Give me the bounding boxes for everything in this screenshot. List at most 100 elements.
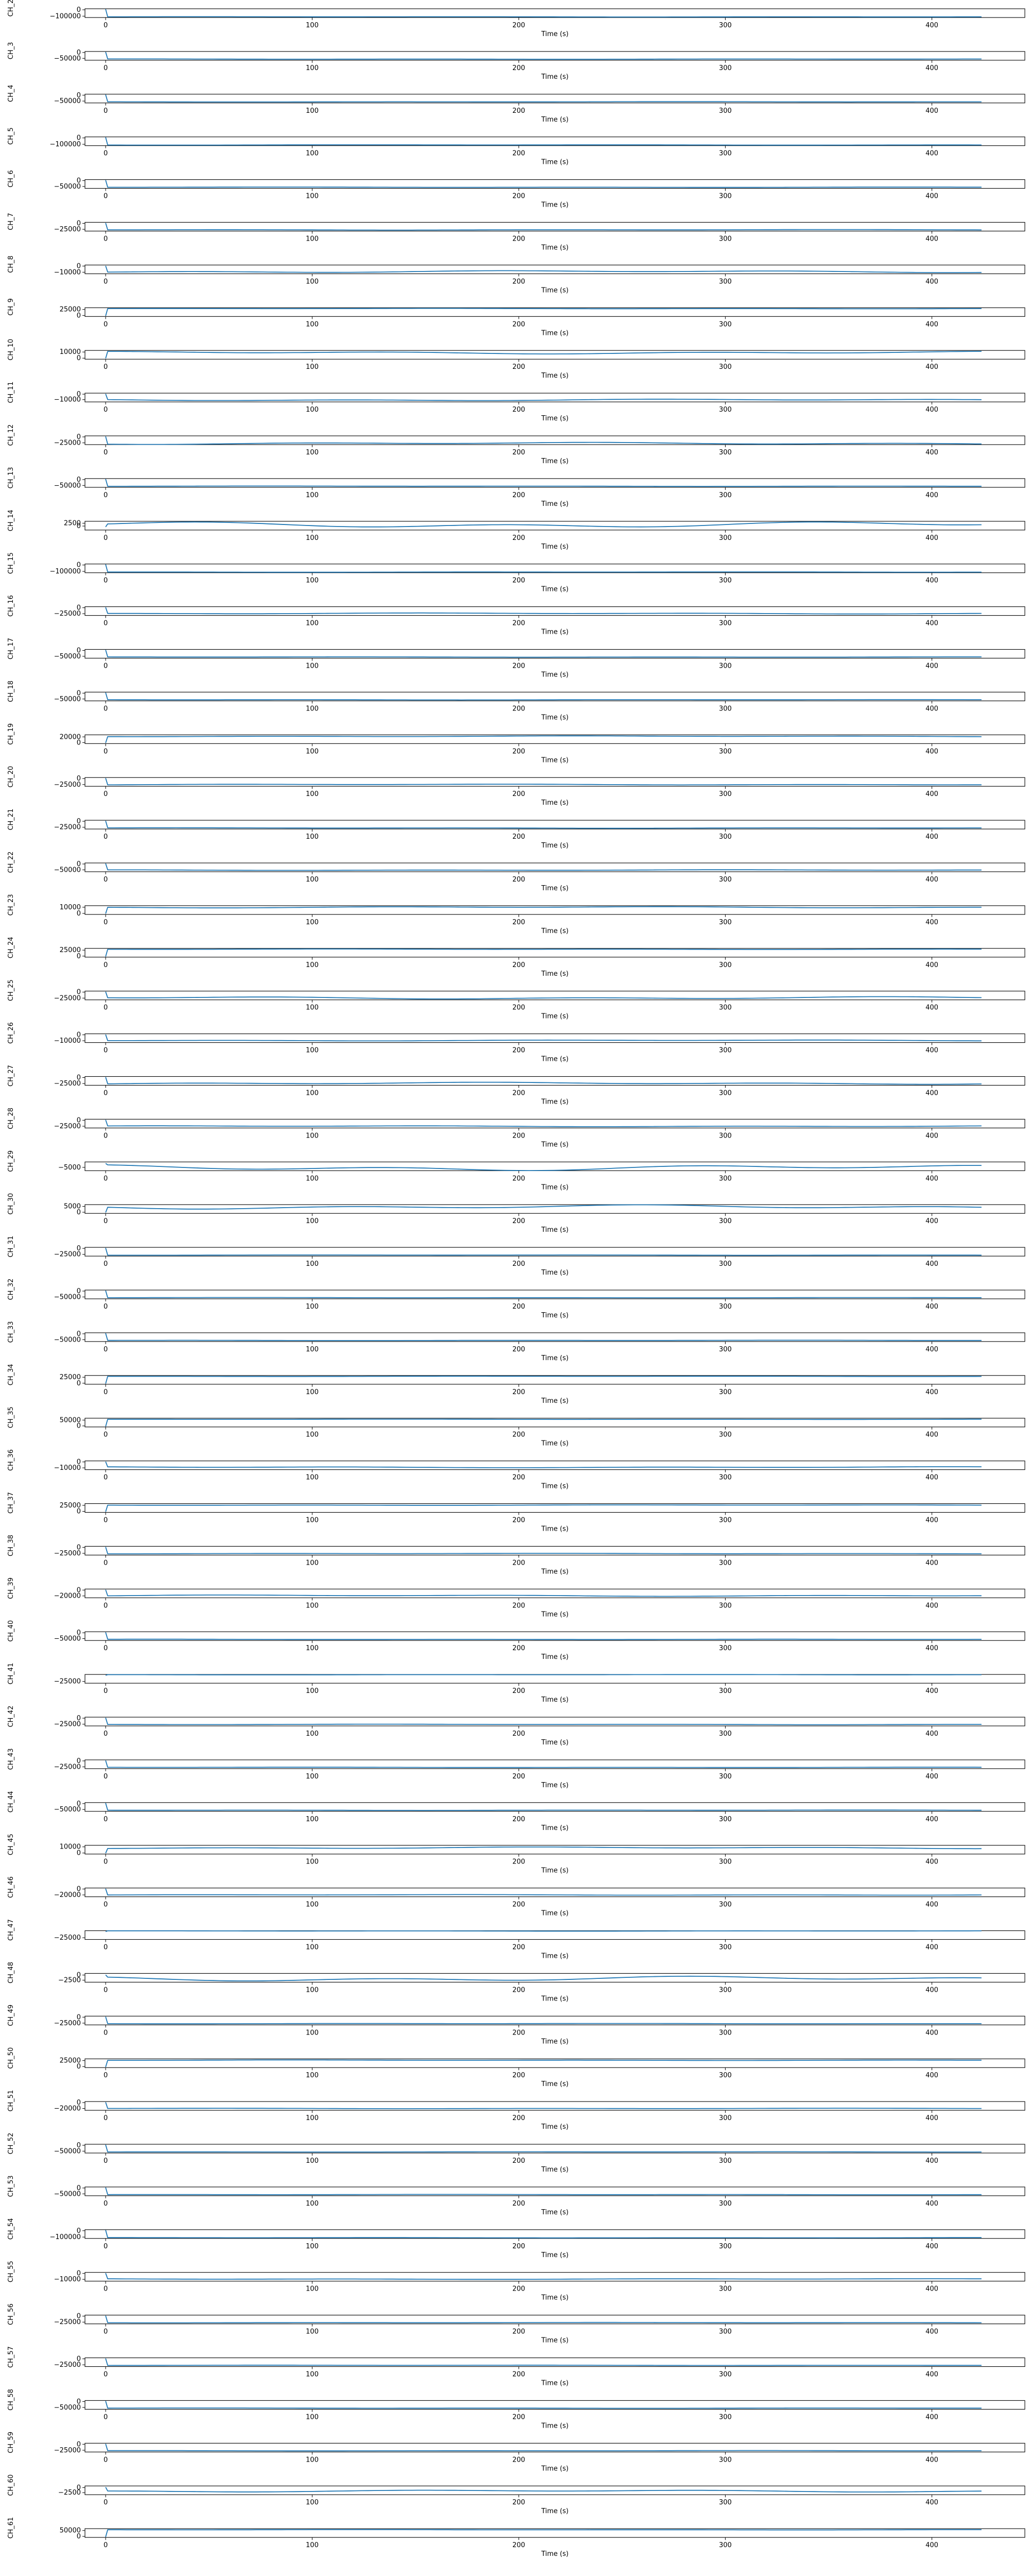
x-axis-label: Time (s) — [541, 2465, 569, 2472]
panel-frame — [84, 1461, 1025, 1470]
x-tick-label: 400 — [925, 1047, 938, 1055]
y-tick-label: 0 — [77, 2063, 81, 2071]
x-tick-label: 300 — [719, 2072, 732, 2079]
x-tick-label: 300 — [719, 1687, 732, 1695]
channel-panel: 0−200000 100 200 300 400Time (s)CH_51 — [7, 2090, 1025, 2131]
x-axis-label: Time (s) — [541, 244, 569, 252]
channel-name-label: CH_7 — [7, 213, 15, 230]
x-axis-label: Time (s) — [541, 927, 569, 935]
channel-panel: 0−250000 100 200 300 400Time (s)CH_59 — [7, 2432, 1025, 2472]
x-tick-label: 200 — [512, 2328, 525, 2336]
x-tick-label: 200 — [512, 1517, 525, 1524]
x-tick-label: 400 — [925, 1901, 938, 1909]
x-tick-label: 300 — [719, 663, 732, 670]
x-tick-label: 200 — [512, 2243, 525, 2250]
x-tick-label: 100 — [306, 1474, 319, 1482]
x-tick-label: 300 — [719, 107, 732, 115]
channel-name-label: CH_6 — [7, 170, 15, 188]
channel-name-label: CH_4 — [7, 84, 15, 102]
x-tick-label: 200 — [512, 1687, 525, 1695]
channel-name-label: CH_36 — [7, 1449, 15, 1471]
x-tick-label: 300 — [719, 1901, 732, 1909]
channel-name-label: CH_35 — [7, 1406, 15, 1428]
channel-name-label: CH_51 — [7, 2090, 15, 2112]
x-axis-label: Time (s) — [541, 372, 569, 380]
x-axis-label: Time (s) — [541, 2038, 569, 2045]
channel-name-label: CH_60 — [7, 2475, 15, 2496]
x-tick-label: 400 — [925, 406, 938, 414]
channel-panel: 0−250000 100 200 300 400Time (s)CH_27 — [7, 1065, 1025, 1106]
channel-trace — [105, 1760, 982, 1768]
channel-trace — [105, 1120, 982, 1127]
x-tick-label: 0 — [104, 1004, 108, 1012]
x-tick-label: 300 — [719, 2499, 732, 2506]
x-axis-label: Time (s) — [541, 30, 569, 38]
y-tick-label: −50000 — [54, 1635, 81, 1643]
x-tick-label: 0 — [104, 790, 108, 798]
y-tick-label: −25000 — [54, 781, 81, 789]
x-tick-label: 400 — [925, 150, 938, 158]
channel-panel: −25000 0 100 200 300 400 Time (s) CH_41 — [7, 1663, 1025, 1704]
x-tick-label: 200 — [512, 320, 525, 328]
channel-name-label: CH_50 — [7, 2047, 15, 2069]
channel-trace — [105, 2315, 982, 2324]
x-tick-label: 200 — [512, 577, 525, 585]
x-tick-label: 300 — [719, 1004, 732, 1012]
x-tick-label: 300 — [719, 1559, 732, 1567]
channel-trace — [105, 2358, 982, 2366]
y-tick-label: 0 — [77, 953, 81, 960]
x-tick-label: 400 — [925, 1431, 938, 1439]
panel-frame — [84, 350, 1025, 360]
channel-name-label: CH_39 — [7, 1578, 15, 1599]
x-tick-label: 300 — [719, 1986, 732, 1994]
channel-trace — [105, 564, 982, 573]
x-tick-label: 200 — [512, 278, 525, 285]
y-tick-label: −2500 — [58, 2489, 81, 2497]
x-tick-label: 400 — [925, 1474, 938, 1482]
x-tick-label: 400 — [925, 2499, 938, 2506]
x-tick-label: 100 — [306, 833, 319, 841]
channel-panel: 0−100000 100 200 300 400Time (s)CH_36 — [7, 1449, 1025, 1490]
channel-panel: 0−250000 100 200 300 400Time (s)CH_31 — [7, 1236, 1025, 1277]
x-tick-label: 400 — [925, 1645, 938, 1652]
x-tick-label: 400 — [925, 2200, 938, 2208]
x-tick-label: 200 — [512, 2371, 525, 2379]
panel-frame — [84, 137, 1025, 146]
channel-name-label: CH_9 — [7, 298, 15, 316]
x-tick-label: 100 — [306, 1346, 319, 1353]
x-tick-label: 200 — [512, 1858, 525, 1866]
channel-name-label: CH_47 — [7, 1919, 15, 1941]
channel-name-label: CH_46 — [7, 1876, 15, 1898]
x-tick-label: 0 — [104, 2200, 108, 2208]
channel-trace — [105, 821, 982, 829]
x-tick-label: 100 — [306, 193, 319, 200]
x-tick-label: 300 — [719, 876, 732, 884]
channel-panel: 0−500000 100 200 300 400Time (s)CH_52 — [7, 2133, 1025, 2174]
channel-trace — [105, 265, 982, 273]
x-tick-label: 400 — [925, 2413, 938, 2421]
channel-panel: 0−1000000 100 200 300 400Time (s)CH_54 — [7, 2218, 1025, 2259]
x-axis-label: Time (s) — [541, 1440, 569, 1448]
channel-trace — [105, 2444, 982, 2452]
channel-panel: 0−250000 100 200 300 400Time (s)CH_42 — [7, 1706, 1025, 1747]
y-tick-label: −50000 — [54, 1806, 81, 1814]
x-tick-label: 0 — [104, 278, 108, 285]
x-axis-label: Time (s) — [541, 2380, 569, 2387]
channel-name-label: CH_48 — [7, 1962, 15, 1984]
y-tick-label: 0 — [77, 1380, 81, 1387]
channel-trace — [105, 223, 982, 231]
x-tick-label: 400 — [925, 961, 938, 969]
channel-trace — [105, 1803, 982, 1811]
x-tick-label: 100 — [306, 534, 319, 542]
channel-trace — [105, 863, 982, 871]
x-tick-label: 200 — [512, 919, 525, 926]
x-tick-label: 300 — [719, 363, 732, 371]
x-tick-label: 400 — [925, 2371, 938, 2379]
x-tick-label: 200 — [512, 876, 525, 884]
y-tick-label: −100000 — [49, 2233, 81, 2241]
x-axis-label: Time (s) — [541, 1526, 569, 1533]
x-tick-label: 200 — [512, 1346, 525, 1353]
channel-name-label: CH_55 — [7, 2261, 15, 2282]
channel-panel: 0−100000 100 200 300 400Time (s)CH_55 — [7, 2261, 1025, 2302]
x-axis-label: Time (s) — [541, 116, 569, 124]
